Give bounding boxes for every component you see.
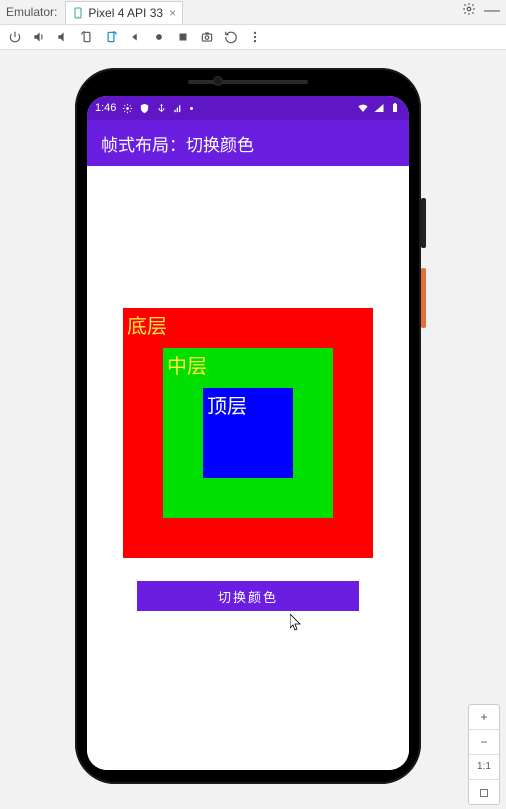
emulator-tab-label: Pixel 4 API 33 (88, 6, 163, 20)
frame-layout: 底层 中层 顶层 (123, 308, 373, 558)
app-title: 帧式布局：切换颜色 (101, 131, 254, 156)
switch-color-button-label: 切换颜色 (218, 590, 278, 605)
phone-screen: 1:46 帧式布局：切换颜色 (87, 96, 409, 770)
layer-top-label: 顶层 (207, 396, 247, 418)
signal-status-icon (173, 103, 184, 114)
app-content: 底层 中层 顶层 切换颜色 (87, 166, 409, 770)
zoom-in-label: + (480, 710, 487, 724)
gear-icon[interactable] (462, 2, 476, 19)
emulator-tab[interactable]: Pixel 4 API 33 × (65, 1, 183, 24)
status-time: 1:46 (95, 102, 116, 114)
power-icon[interactable] (8, 30, 22, 44)
layer-bottom-label: 底层 (127, 316, 167, 338)
phone-frame: 1:46 帧式布局：切换颜色 (75, 68, 421, 784)
zoom-fit-button[interactable] (469, 780, 499, 804)
app-bar: 帧式布局：切换颜色 (87, 120, 409, 166)
zoom-in-button[interactable]: + (469, 705, 499, 730)
phone-power-button[interactable] (421, 268, 426, 328)
more-icon[interactable] (248, 30, 262, 44)
rotate-right-icon[interactable] (104, 30, 118, 44)
cell-signal-icon (373, 102, 385, 114)
close-icon[interactable]: × (169, 6, 176, 20)
shield-status-icon (139, 103, 150, 114)
zoom-out-label: − (480, 735, 487, 749)
status-right (357, 102, 401, 114)
ide-toolbar (0, 24, 506, 50)
volume-up-icon[interactable] (32, 30, 46, 44)
back-icon[interactable] (128, 30, 142, 44)
switch-color-button[interactable]: 切换颜色 (137, 581, 359, 611)
phone-volume-button[interactable] (421, 198, 426, 248)
battery-icon (389, 102, 401, 114)
layer-top: 顶层 (203, 388, 293, 478)
emulator-canvas: 1:46 帧式布局：切换颜色 (0, 50, 506, 809)
phone-icon (72, 7, 84, 19)
screenshot-icon[interactable] (200, 30, 214, 44)
wifi-icon (357, 102, 369, 114)
android-status-bar: 1:46 (87, 96, 409, 120)
ide-topright: — (462, 2, 500, 19)
dot-status-icon (190, 107, 193, 110)
home-icon[interactable] (152, 30, 166, 44)
status-left: 1:46 (95, 102, 193, 114)
phone-camera (213, 76, 223, 86)
zoom-out-button[interactable]: − (469, 730, 499, 755)
phone-speaker (188, 80, 308, 84)
usb-status-icon (156, 103, 167, 114)
settings-status-icon (122, 103, 133, 114)
volume-down-icon[interactable] (56, 30, 70, 44)
minimize-icon[interactable]: — (484, 7, 500, 15)
zoom-ratio-label: 1:1 (477, 761, 491, 772)
record-icon[interactable] (224, 30, 238, 44)
overview-icon[interactable] (176, 30, 190, 44)
zoom-panel: + − 1:1 (468, 704, 500, 805)
rotate-left-icon[interactable] (80, 30, 94, 44)
emulator-label: Emulator: (6, 5, 57, 19)
layer-middle-label: 中层 (167, 356, 207, 378)
zoom-ratio-button[interactable]: 1:1 (469, 755, 499, 780)
ide-topbar: Emulator: Pixel 4 API 33 × — (0, 0, 506, 24)
